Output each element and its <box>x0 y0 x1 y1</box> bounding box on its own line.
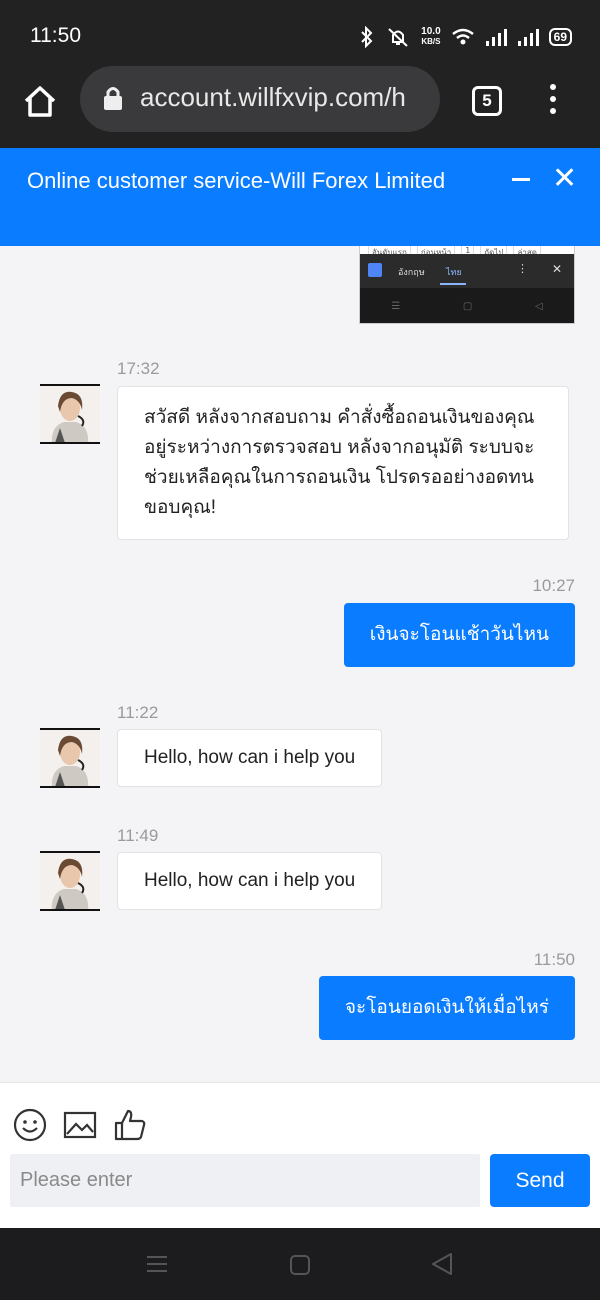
net-speed: 10.0 KB/S <box>421 27 440 47</box>
message-time: 17:32 <box>117 359 160 378</box>
mute-bell-icon <box>388 28 408 47</box>
minimize-icon[interactable] <box>512 178 530 181</box>
agent-avatar <box>40 851 100 911</box>
net-speed-unit: KB/S <box>421 37 441 46</box>
net-speed-value: 10.0 <box>421 26 441 37</box>
agent-avatar <box>40 384 100 444</box>
status-bar: 11:50 10.0 KB/S 69 <box>0 0 600 72</box>
preview-translate-bar: อังกฤษ ไทย ⋮ ✕ <box>360 254 574 288</box>
preview-close-icon: ✕ <box>551 262 562 276</box>
translate-icon <box>368 263 382 277</box>
close-icon[interactable]: ✕ <box>552 164 577 194</box>
message-time: 11:49 <box>117 826 159 845</box>
signal-icon <box>485 29 507 46</box>
preview-lang-to: ไทย <box>440 265 466 285</box>
message-time: 11:50 <box>533 950 575 969</box>
preview-nav-bar: ☰ ▢ ◁ <box>360 288 574 323</box>
agent-message-bubble: Hello, how can i help you <box>117 729 383 787</box>
lock-icon <box>104 87 122 110</box>
preview-lang-from: อังกฤษ <box>398 268 425 278</box>
tab-count-button[interactable]: 5 <box>472 86 502 116</box>
preview-menu-icon: ☰ <box>391 301 401 312</box>
address-bar[interactable]: account.willfxvip.com/h <box>80 66 440 132</box>
browser-toolbar: account.willfxvip.com/h 5 <box>0 66 600 148</box>
home-icon[interactable] <box>20 82 60 122</box>
battery-indicator: 69 <box>548 28 572 46</box>
message-time: 11:22 <box>117 703 159 722</box>
image-message[interactable]: อันดับแรก ก่อนหน้า 1 ถัดไป ล่าสุด อังกฤษ… <box>359 246 575 324</box>
thumbs-up-icon[interactable] <box>112 1107 148 1143</box>
recents-icon[interactable] <box>146 1254 168 1274</box>
more-menu-icon[interactable] <box>546 84 560 118</box>
agent-message-bubble: Hello, how can i help you <box>117 852 383 910</box>
send-button[interactable]: Send <box>490 1154 590 1207</box>
message-time: 10:27 <box>532 576 575 595</box>
preview-more-icon: ⋮ <box>517 262 528 275</box>
agent-avatar <box>40 728 100 788</box>
url-text: account.willfxvip.com/h <box>140 82 406 112</box>
home-nav-icon[interactable] <box>289 1254 311 1276</box>
composer: Send <box>0 1082 600 1228</box>
signal-icon-2 <box>517 29 539 46</box>
user-message-bubble: จะโอนยอดเงินให้เมื่อไหร่ <box>318 976 575 1040</box>
emoji-icon[interactable] <box>12 1107 48 1143</box>
status-icons: 10.0 KB/S 69 <box>359 22 572 52</box>
message-input[interactable] <box>10 1154 480 1207</box>
chat-title: Online customer service-Will Forex Limit… <box>27 168 446 193</box>
user-message-bubble: เงินจะโอนแช้าวันไหน <box>343 603 575 667</box>
bluetooth-icon <box>361 26 373 48</box>
back-icon[interactable] <box>430 1252 454 1276</box>
chat-header: Online customer service-Will Forex Limit… <box>0 148 600 246</box>
wifi-icon <box>451 28 474 45</box>
preview-home-icon: ▢ <box>462 301 473 312</box>
status-time: 11:50 <box>30 24 81 47</box>
chat-messages[interactable]: อันดับแรก ก่อนหน้า 1 ถัดไป ล่าสุด อังกฤษ… <box>0 246 600 1082</box>
preview-back-icon: ◁ <box>534 301 543 312</box>
image-upload-icon[interactable] <box>62 1107 98 1143</box>
system-nav-bar <box>0 1228 600 1300</box>
agent-message-bubble: สวัสดี หลังจากสอบถาม คำสั่งซื้อถอนเงินขอ… <box>117 386 569 540</box>
